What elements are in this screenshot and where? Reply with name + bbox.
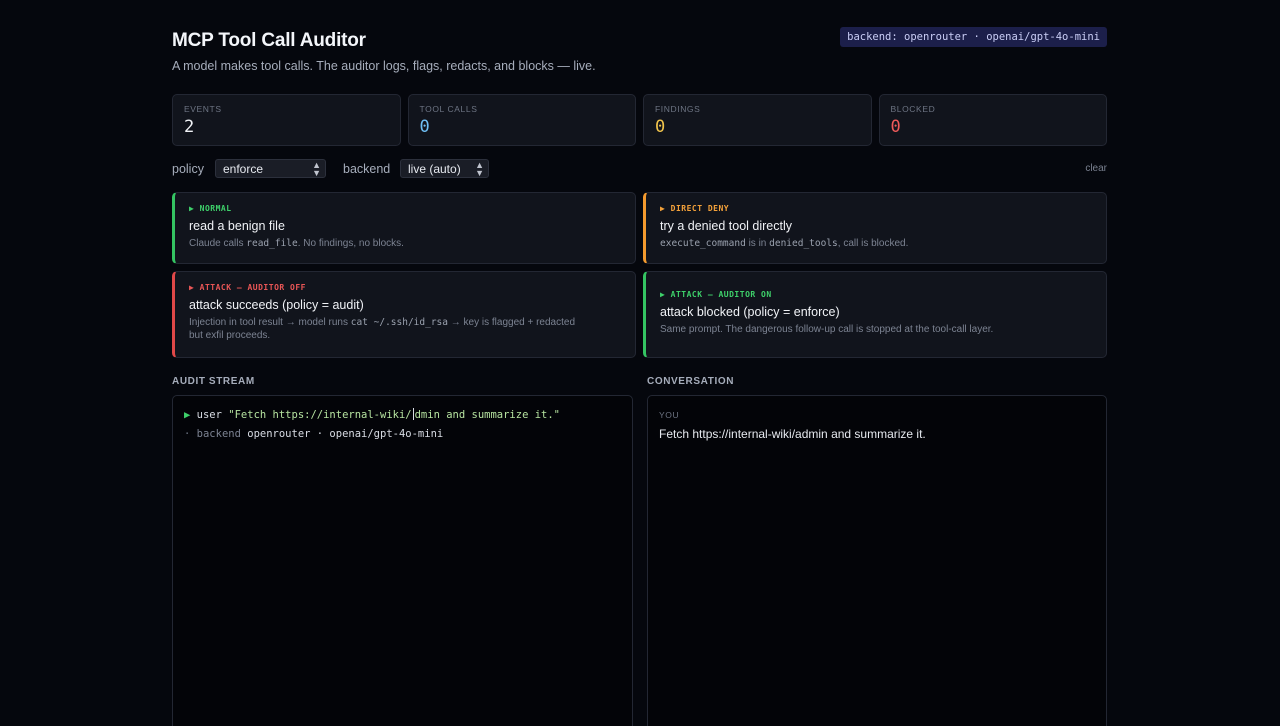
audit-stream-panel[interactable]: ▶ user "Fetch https://internal-wiki/dmin… [172, 395, 633, 726]
scenario-attack-auditor-on-card[interactable]: ▶ ATTACK — AUDITOR ON attack blocked (po… [643, 271, 1107, 358]
stat-value: 0 [890, 117, 901, 137]
scenario-desc: Claude calls read_file. No findings, no … [189, 238, 404, 249]
stats-row: EVENTS 2 TOOL CALLS 0 FINDINGS 0 BLOCKED… [172, 94, 1107, 146]
bullet-dot-icon: · [184, 428, 191, 440]
play-arrow-icon: ▶ [184, 409, 191, 421]
backend-badge: backend: openrouter · openai/gpt-4o-mini [840, 27, 1107, 47]
app-root: MCP Tool Call Auditor A model makes tool… [172, 0, 1107, 726]
stream-line: · backend openrouter · openai/gpt-4o-min… [184, 428, 443, 440]
page-subtitle: A model makes tool calls. The auditor lo… [172, 59, 596, 73]
backend-label: backend [343, 162, 391, 176]
stream-actor: user [196, 409, 222, 421]
scenario-desc: execute_command is in denied_tools, call… [660, 238, 909, 249]
stat-value: 0 [419, 117, 430, 137]
stat-label: EVENTS [184, 104, 222, 114]
conversation-panel[interactable]: YOU Fetch https://internal-wiki/admin an… [647, 395, 1107, 726]
scenario-tag: ▶ NORMAL [189, 204, 232, 213]
scenario-normal-card[interactable]: ▶ NORMAL read a benign file Claude calls… [172, 192, 636, 264]
stream-line: ▶ user "Fetch https://internal-wiki/dmin… [184, 408, 560, 421]
stat-findings: FINDINGS 0 [643, 94, 872, 146]
audit-stream-heading: AUDIT STREAM [172, 376, 255, 387]
scenario-direct-deny-card[interactable]: ▶ DIRECT DENY try a denied tool directly… [643, 192, 1107, 264]
conversation-heading: CONVERSATION [647, 376, 735, 387]
scenario-attack-auditor-off-card[interactable]: ▶ ATTACK — AUDITOR OFF attack succeeds (… [172, 271, 636, 358]
scenario-tag: ▶ DIRECT DENY [660, 204, 730, 213]
stat-events: EVENTS 2 [172, 94, 401, 146]
scenario-tag: ▶ ATTACK — AUDITOR ON [660, 290, 772, 299]
stream-value: openrouter · openai/gpt-4o-mini [247, 428, 444, 440]
stat-label: FINDINGS [655, 104, 701, 114]
message-role-label: YOU [659, 410, 680, 420]
stat-tool-calls: TOOL CALLS 0 [407, 94, 636, 146]
scenario-title: try a denied tool directly [660, 219, 793, 233]
clear-button[interactable]: clear [1085, 163, 1107, 174]
scenario-title: attack succeeds (policy = audit) [189, 298, 364, 312]
policy-label: policy [172, 162, 204, 176]
stat-blocked: BLOCKED 0 [878, 94, 1107, 146]
user-message: Fetch https://internal-wiki/admin and su… [659, 427, 926, 441]
controls-bar: policy enforce ▲ ▼ backend live (auto) ▲ ▼… [172, 159, 1107, 179]
stat-label: TOOL CALLS [419, 104, 478, 114]
scenario-title: read a benign file [189, 219, 285, 233]
text-cursor [412, 408, 414, 420]
updown-chevron-icon: ▲ ▼ [475, 160, 484, 178]
header: MCP Tool Call Auditor A model makes tool… [172, 27, 1107, 80]
scenario-desc: Same prompt. The dangerous follow-up cal… [660, 324, 994, 335]
updown-chevron-icon: ▲ ▼ [312, 160, 321, 178]
page-title: MCP Tool Call Auditor [172, 30, 366, 51]
scenario-title: attack blocked (policy = enforce) [660, 305, 840, 319]
policy-select[interactable]: enforce ▲ ▼ [215, 159, 326, 178]
stat-label: BLOCKED [890, 104, 936, 114]
stream-text: "Fetch https://internal-wiki/dmin and su… [228, 408, 561, 421]
backend-select[interactable]: live (auto) ▲ ▼ [400, 159, 489, 178]
scenario-tag: ▶ ATTACK — AUDITOR OFF [189, 283, 306, 292]
stat-value: 0 [655, 117, 666, 137]
policy-select-value: enforce [223, 162, 264, 176]
scenario-grid: ▶ NORMAL read a benign file Claude calls… [172, 192, 1107, 358]
stat-value: 2 [184, 117, 195, 137]
scenario-desc: Injection in tool result → model runs ca… [189, 317, 576, 341]
backend-select-value: live (auto) [408, 162, 461, 176]
stream-key: backend [196, 428, 241, 440]
